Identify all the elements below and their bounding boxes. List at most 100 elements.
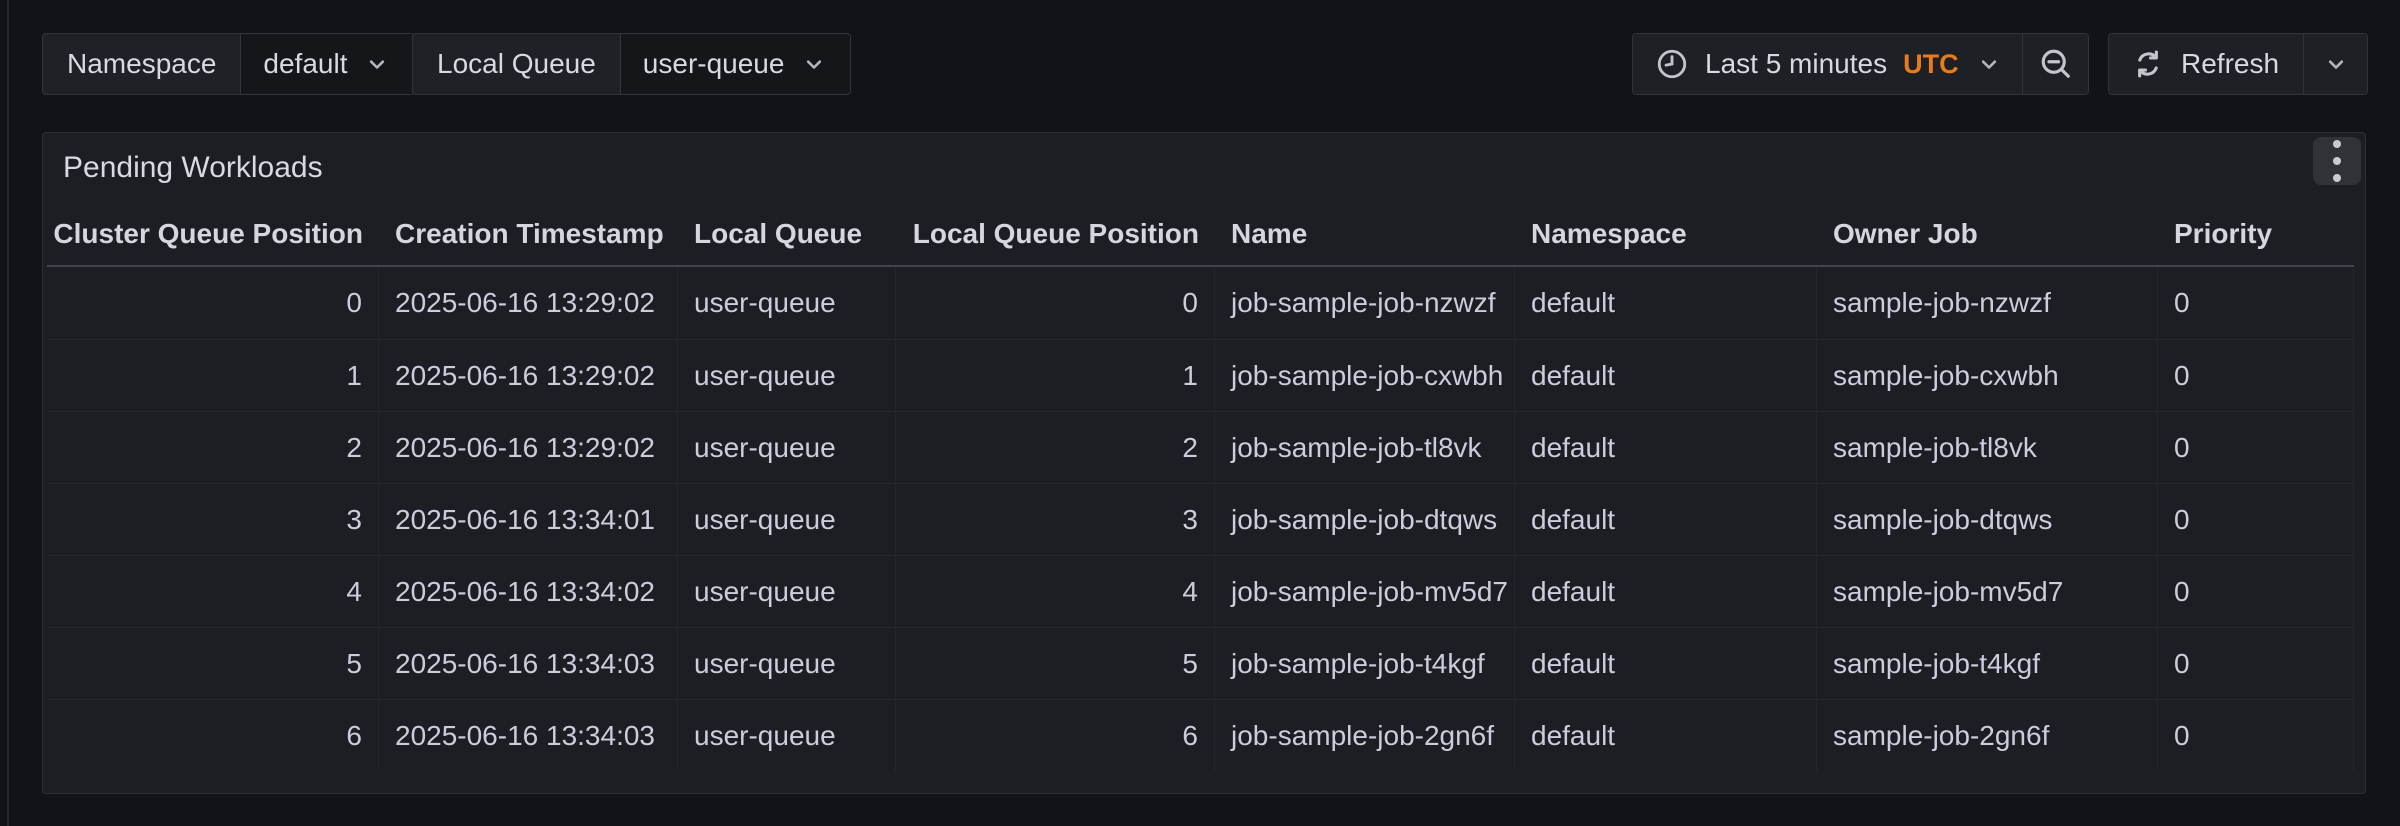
table-row: 52025-06-16 13:34:03user-queue5job-sampl… <box>47 627 2354 699</box>
table-cell: 6 <box>47 700 379 771</box>
table-cell: job-sample-job-t4kgf <box>1215 628 1515 699</box>
table-header-row: Cluster Queue PositionCreation Timestamp… <box>47 203 2354 267</box>
table-cell: sample-job-t4kgf <box>1817 628 2158 699</box>
local-queue-variable-control: Local Queue user-queue <box>412 33 851 95</box>
table-cell: sample-job-nzwzf <box>1817 267 2158 339</box>
table-cell: 2025-06-16 13:29:02 <box>379 340 678 411</box>
panel-header: Pending Workloads <box>43 133 2365 203</box>
panel-title: Pending Workloads <box>63 151 323 185</box>
table-cell: 2 <box>896 412 1215 483</box>
local-queue-variable-value: user-queue <box>643 48 785 80</box>
table-cell: 2025-06-16 13:29:02 <box>379 267 678 339</box>
table-row: 02025-06-16 13:29:02user-queue0job-sampl… <box>47 267 2354 339</box>
sync-icon <box>2131 47 2165 81</box>
table-body: 02025-06-16 13:29:02user-queue0job-sampl… <box>47 267 2354 771</box>
table-cell: 0 <box>2158 267 2354 339</box>
column-header-creation-timestamp[interactable]: Creation Timestamp <box>379 203 678 265</box>
table-cell: 2 <box>47 412 379 483</box>
column-header-local-queue[interactable]: Local Queue <box>678 203 896 265</box>
refresh-button[interactable]: Refresh <box>2109 34 2303 94</box>
table-row: 42025-06-16 13:34:02user-queue4job-sampl… <box>47 555 2354 627</box>
time-range-label: Last 5 minutes <box>1705 48 1887 80</box>
table-cell: job-sample-job-2gn6f <box>1215 700 1515 771</box>
table-cell: default <box>1515 412 1817 483</box>
chevron-down-icon <box>800 50 828 78</box>
timezone-label: UTC <box>1903 49 1959 80</box>
table-cell: 0 <box>2158 556 2354 627</box>
column-header-namespace[interactable]: Namespace <box>1515 203 1817 265</box>
table-cell: 4 <box>47 556 379 627</box>
table-cell: 4 <box>896 556 1215 627</box>
table-cell: 2025-06-16 13:34:02 <box>379 556 678 627</box>
table-cell: default <box>1515 628 1817 699</box>
viewport-left-divider <box>7 0 9 826</box>
table-cell: 1 <box>47 340 379 411</box>
table-cell: sample-job-dtqws <box>1817 484 2158 555</box>
table-row: 62025-06-16 13:34:03user-queue6job-sampl… <box>47 699 2354 771</box>
column-header-name[interactable]: Name <box>1215 203 1515 265</box>
refresh-button-label: Refresh <box>2181 48 2279 80</box>
column-header-priority[interactable]: Priority <box>2158 203 2354 265</box>
namespace-variable-select[interactable]: default <box>240 34 413 94</box>
table-cell: job-sample-job-mv5d7 <box>1215 556 1515 627</box>
pending-workloads-table: Cluster Queue PositionCreation Timestamp… <box>47 203 2354 771</box>
local-queue-variable-select[interactable]: user-queue <box>620 34 851 94</box>
table-cell: job-sample-job-nzwzf <box>1215 267 1515 339</box>
table-row: 32025-06-16 13:34:01user-queue3job-sampl… <box>47 483 2354 555</box>
table-cell: default <box>1515 267 1817 339</box>
namespace-variable-value: default <box>263 48 347 80</box>
table-cell: default <box>1515 700 1817 771</box>
kebab-menu-icon <box>2333 140 2341 148</box>
table-cell: 5 <box>896 628 1215 699</box>
table-cell: user-queue <box>678 484 896 555</box>
table-cell: 0 <box>896 267 1215 339</box>
table-cell: 0 <box>2158 340 2354 411</box>
table-cell: 5 <box>47 628 379 699</box>
table-cell: user-queue <box>678 412 896 483</box>
clock-icon <box>1655 47 1689 81</box>
table-cell: 0 <box>2158 628 2354 699</box>
magnifier-minus-icon <box>2038 46 2074 82</box>
table-cell: sample-job-mv5d7 <box>1817 556 2158 627</box>
chevron-down-icon <box>363 50 391 78</box>
pending-workloads-panel: Pending Workloads Cluster Queue Position… <box>42 132 2366 794</box>
local-queue-variable-label: Local Queue <box>413 34 620 94</box>
column-header-owner-job[interactable]: Owner Job <box>1817 203 2158 265</box>
namespace-variable-label: Namespace <box>43 34 240 94</box>
refresh-interval-dropdown[interactable] <box>2303 34 2367 94</box>
table-cell: job-sample-job-cxwbh <box>1215 340 1515 411</box>
table-row: 12025-06-16 13:29:02user-queue1job-sampl… <box>47 339 2354 411</box>
zoom-out-button[interactable] <box>2022 34 2088 94</box>
column-header-local-queue-position[interactable]: Local Queue Position <box>896 203 1215 265</box>
time-range-button[interactable]: Last 5 minutes UTC <box>1633 34 2022 94</box>
table-cell: 0 <box>2158 484 2354 555</box>
table-cell: 2025-06-16 13:34:03 <box>379 700 678 771</box>
column-header-cluster-queue-position[interactable]: Cluster Queue Position <box>47 203 379 265</box>
time-picker-group: Last 5 minutes UTC <box>1632 33 2089 95</box>
panel-menu-button[interactable] <box>2313 137 2361 185</box>
table-cell: sample-job-2gn6f <box>1817 700 2158 771</box>
table-cell: 2025-06-16 13:29:02 <box>379 412 678 483</box>
table-cell: 0 <box>47 267 379 339</box>
table-cell: user-queue <box>678 628 896 699</box>
table-cell: 3 <box>896 484 1215 555</box>
table-cell: default <box>1515 556 1817 627</box>
table-cell: sample-job-tl8vk <box>1817 412 2158 483</box>
chevron-down-icon <box>2322 50 2350 78</box>
table-cell: user-queue <box>678 556 896 627</box>
namespace-variable-control: Namespace default <box>42 33 414 95</box>
table-cell: job-sample-job-tl8vk <box>1215 412 1515 483</box>
table-cell: user-queue <box>678 340 896 411</box>
table-cell: 0 <box>2158 412 2354 483</box>
table-cell: 2025-06-16 13:34:01 <box>379 484 678 555</box>
table-cell: default <box>1515 484 1817 555</box>
table-cell: job-sample-job-dtqws <box>1215 484 1515 555</box>
table-cell: default <box>1515 340 1817 411</box>
table-cell: 0 <box>2158 700 2354 771</box>
table-cell: sample-job-cxwbh <box>1817 340 2158 411</box>
table-cell: 6 <box>896 700 1215 771</box>
table-cell: 2025-06-16 13:34:03 <box>379 628 678 699</box>
refresh-button-group: Refresh <box>2108 33 2368 95</box>
chevron-down-icon <box>1975 50 2003 78</box>
table-row: 22025-06-16 13:29:02user-queue2job-sampl… <box>47 411 2354 483</box>
